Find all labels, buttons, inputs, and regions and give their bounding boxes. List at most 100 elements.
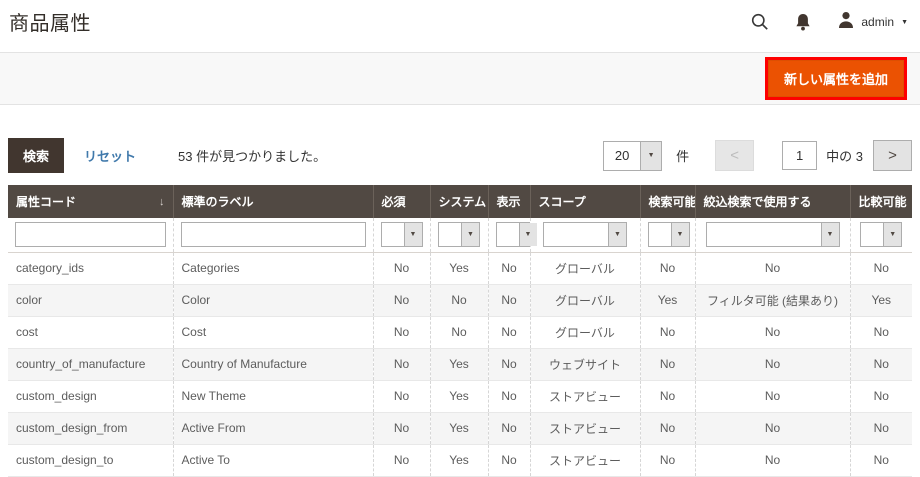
column-header-comparable[interactable]: 比較可能 bbox=[850, 185, 912, 218]
cell-scope: ストアビュー bbox=[530, 412, 641, 445]
cell-default-label: Cost bbox=[173, 316, 374, 349]
account-username: admin bbox=[861, 15, 895, 29]
cell-attribute-code: cost bbox=[8, 316, 174, 349]
next-page-button[interactable]: > bbox=[873, 140, 912, 171]
target-highlight-box: 新しい属性を追加 bbox=[764, 57, 907, 100]
dropdown-caret-icon: ▼ bbox=[518, 223, 537, 247]
attribute-row-color[interactable]: color Color No No No グローバル Yes フィルタ可能 (結… bbox=[8, 284, 912, 317]
cell-required: No bbox=[373, 412, 431, 445]
filter-attribute-code-input[interactable] bbox=[15, 222, 166, 248]
column-header-use-in-layered-nav[interactable]: 絞込検索で使用する bbox=[695, 185, 851, 218]
per-page-select[interactable]: 20 ▼ bbox=[603, 140, 663, 171]
filter-comparable-select[interactable]: ▼ bbox=[860, 222, 903, 248]
cell-required: No bbox=[373, 284, 431, 317]
dropdown-caret-icon: ▼ bbox=[883, 223, 902, 247]
filter-actions: 検索 リセット 53 件が見つかりました。 bbox=[8, 138, 326, 173]
column-header-default-label[interactable]: 標準のラベル bbox=[173, 185, 374, 218]
cell-default-label: Color bbox=[173, 284, 374, 317]
cell-required: No bbox=[373, 252, 431, 285]
cell-visible: No bbox=[488, 380, 531, 413]
dropdown-caret-icon: ▼ bbox=[403, 223, 422, 247]
column-header-attribute-code[interactable]: 属性コード ↓ bbox=[8, 185, 174, 218]
cell-scope: グローバル bbox=[530, 316, 641, 349]
dropdown-caret-icon: ▼ bbox=[670, 223, 689, 247]
grid-filter-row: ▼ ▼ ▼ ▼ ▼ ▼ ▼ bbox=[8, 218, 912, 253]
cell-use-in-layered-nav: No bbox=[695, 252, 851, 285]
column-header-scope[interactable]: スコープ bbox=[530, 185, 641, 218]
filter-default-label-input[interactable] bbox=[180, 222, 366, 248]
filter-use-in-layered-nav-select[interactable]: ▼ bbox=[705, 222, 840, 248]
search-button[interactable]: 検索 bbox=[8, 138, 65, 173]
filter-visible-select[interactable]: ▼ bbox=[495, 222, 538, 248]
cell-scope: グローバル bbox=[530, 252, 641, 285]
cell-use-in-layered-nav: No bbox=[695, 380, 851, 413]
previous-page-button[interactable]: < bbox=[715, 140, 755, 171]
sort-descending-icon: ↓ bbox=[159, 195, 165, 208]
cell-required: No bbox=[373, 348, 431, 381]
cell-attribute-code: category_ids bbox=[8, 252, 174, 285]
dropdown-caret-icon: ▼ bbox=[608, 223, 626, 247]
attribute-row-custom-design-from[interactable]: custom_design_from Active From No Yes No… bbox=[8, 412, 912, 445]
cell-attribute-code: custom_design_from bbox=[8, 412, 174, 445]
cell-default-label: Categories bbox=[173, 252, 374, 285]
attribute-row-country-of-manufacture[interactable]: country_of_manufacture Country of Manufa… bbox=[8, 348, 912, 381]
dropdown-caret-icon: ▼ bbox=[461, 223, 479, 247]
action-toolbar: 新しい属性を追加 bbox=[0, 52, 920, 105]
cell-system: No bbox=[430, 284, 489, 317]
cell-default-label: Active To bbox=[173, 444, 374, 477]
column-header-visible[interactable]: 表示 bbox=[488, 185, 531, 218]
cell-system: Yes bbox=[430, 252, 489, 285]
records-found-text: 53 件が見つかりました。 bbox=[178, 149, 327, 164]
total-pages-label: 中の 3 bbox=[826, 149, 863, 164]
cell-attribute-code: custom_design bbox=[8, 380, 174, 413]
dropdown-caret-icon: ▼ bbox=[820, 223, 839, 247]
cell-visible: No bbox=[488, 316, 531, 349]
add-new-attribute-button[interactable]: 新しい属性を追加 bbox=[767, 60, 904, 97]
filter-required-select[interactable]: ▼ bbox=[380, 222, 423, 248]
cell-required: No bbox=[373, 316, 431, 349]
filter-system-select[interactable]: ▼ bbox=[438, 222, 480, 248]
notifications-bell-icon[interactable] bbox=[795, 13, 811, 32]
reset-filter-link[interactable]: リセット bbox=[84, 146, 136, 165]
cell-scope: ウェブサイト bbox=[530, 348, 641, 381]
current-page-input[interactable] bbox=[782, 141, 818, 170]
cell-visible: No bbox=[488, 284, 531, 317]
cell-system: Yes bbox=[430, 348, 489, 381]
column-header-system[interactable]: システム bbox=[430, 185, 489, 218]
cell-system: No bbox=[430, 316, 489, 349]
cell-comparable: Yes bbox=[850, 284, 912, 317]
filter-searchable-select[interactable]: ▼ bbox=[647, 222, 690, 248]
per-page-unit-label: 件 bbox=[676, 149, 690, 164]
attribute-row-custom-design-to[interactable]: custom_design_to Active To No Yes No ストア… bbox=[8, 444, 912, 477]
dropdown-caret-icon: ▼ bbox=[640, 141, 662, 170]
cell-comparable: No bbox=[850, 412, 912, 445]
cell-searchable: No bbox=[640, 380, 696, 413]
attribute-row-cost[interactable]: cost Cost No No No グローバル No No No bbox=[8, 316, 912, 349]
cell-required: No bbox=[373, 380, 431, 413]
filter-scope-select[interactable]: ▼ bbox=[543, 222, 627, 248]
cell-system: Yes bbox=[430, 380, 489, 413]
cell-comparable: No bbox=[850, 252, 912, 285]
column-header-searchable[interactable]: 検索可能 bbox=[640, 185, 696, 218]
account-menu[interactable]: admin ▼ bbox=[837, 11, 908, 33]
topbar-actions: admin ▼ bbox=[751, 11, 908, 33]
cell-default-label: Country of Manufacture bbox=[173, 348, 374, 381]
attribute-row-category-ids[interactable]: category_ids Categories No Yes No グローバル … bbox=[8, 252, 912, 285]
cell-searchable: No bbox=[640, 252, 696, 285]
column-header-required[interactable]: 必須 bbox=[373, 185, 431, 218]
cell-visible: No bbox=[488, 412, 531, 445]
cell-comparable: No bbox=[850, 380, 912, 413]
search-icon[interactable] bbox=[751, 13, 769, 31]
cell-scope: ストアビュー bbox=[530, 444, 641, 477]
cell-scope: ストアビュー bbox=[530, 380, 641, 413]
cell-searchable: No bbox=[640, 444, 696, 477]
cell-comparable: No bbox=[850, 348, 912, 381]
attribute-row-custom-design[interactable]: custom_design New Theme No Yes No ストアビュー… bbox=[8, 380, 912, 413]
per-page-value: 20 bbox=[614, 148, 630, 163]
grid-controls: 検索 リセット 53 件が見つかりました。 20 ▼ 件 < 中の 3 > bbox=[0, 105, 920, 173]
chevron-down-icon: ▼ bbox=[901, 18, 908, 26]
cell-visible: No bbox=[488, 252, 531, 285]
cell-system: Yes bbox=[430, 444, 489, 477]
grid-header-row: 属性コード ↓ 標準のラベル 必須 システム 表示 スコープ 検索可能 絞込検索… bbox=[8, 185, 912, 218]
cell-use-in-layered-nav: No bbox=[695, 348, 851, 381]
